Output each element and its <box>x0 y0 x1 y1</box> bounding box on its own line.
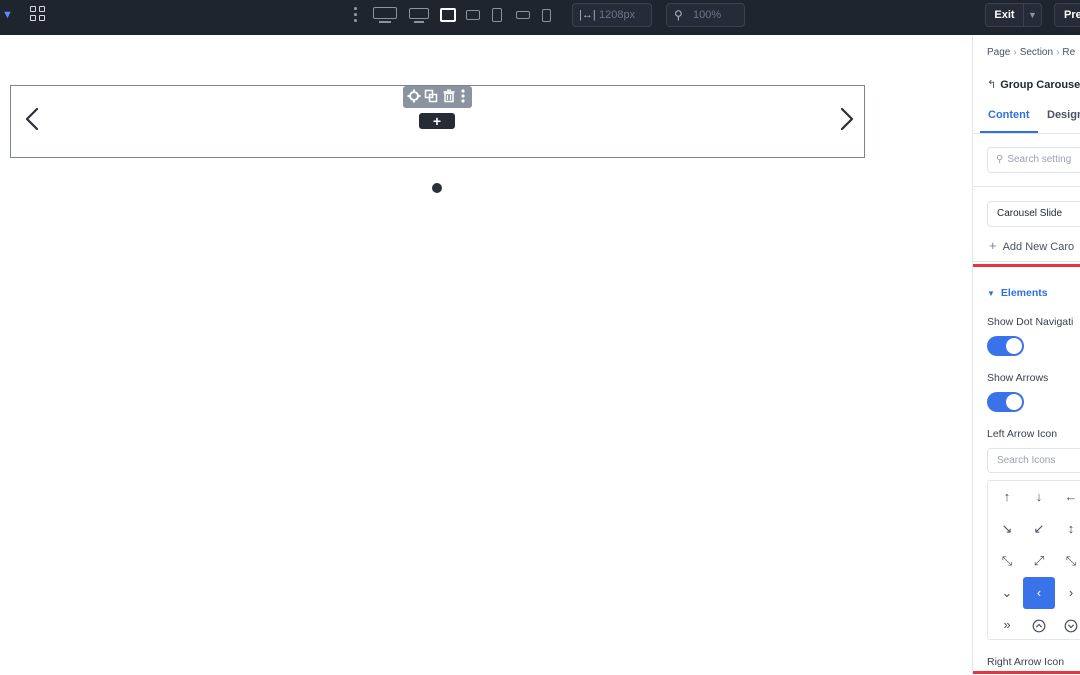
caret-down-icon: ▼ <box>987 289 995 298</box>
device-desktop-large-icon[interactable] <box>373 7 397 23</box>
add-new-label: Add New Caro <box>1002 241 1075 253</box>
panel-tabs: Content Design <box>973 103 1080 134</box>
panel-title-text: Group Carousel <box>1000 79 1080 91</box>
device-mobile-icon[interactable] <box>542 7 551 23</box>
more-options-icon[interactable] <box>458 89 468 103</box>
top-toolbar: ▼ |↔| 1208px ⚲ 100% Exit ▼ Pre <box>0 0 1080 35</box>
arrow-down-left-icon[interactable]: ↙ <box>1023 513 1055 545</box>
divider <box>973 186 1080 187</box>
arrow-up-down-icon[interactable]: ↕ <box>1055 513 1080 545</box>
icon-picker-grid: ↑ ↓ ← ↘ ↙ ↕ ⤡ ⤢ ⤡ ⌄ ‹ › » <box>987 480 1080 640</box>
toggle-knob <box>1006 338 1022 354</box>
element-actions-toolbar <box>403 86 472 108</box>
device-tablet-icon[interactable] <box>492 7 502 23</box>
breadcrumb-row[interactable]: Re <box>1062 47 1075 58</box>
left-arrow-icon-label: Left Arrow Icon <box>987 428 1058 440</box>
breadcrumb-page[interactable]: Page <box>987 47 1010 58</box>
more-options-icon[interactable] <box>353 7 357 23</box>
trash-icon[interactable] <box>442 89 456 103</box>
collapse-diagonal-icon[interactable]: ⤡ <box>1055 545 1080 577</box>
arrow-down-right-icon[interactable]: ↘ <box>991 513 1023 545</box>
duplicate-icon[interactable] <box>424 89 438 103</box>
tab-design[interactable]: Design <box>1047 109 1080 121</box>
settings-search-placeholder: Search setting <box>1007 154 1072 165</box>
zoom-search-icon: ⚲ <box>674 8 683 22</box>
chevron-right-icon: › <box>1013 47 1017 58</box>
carousel-next-arrow-icon[interactable] <box>835 104 857 134</box>
device-desktop-icon[interactable] <box>409 7 429 23</box>
settings-search-input[interactable]: ⚲ Search setting <box>987 147 1080 173</box>
expand-diagonal-alt-icon[interactable]: ⤢ <box>1023 545 1055 577</box>
breadcrumb: Page › Section › Re <box>987 47 1075 58</box>
breadcrumb-section[interactable]: Section <box>1020 47 1053 58</box>
right-arrow-icon-label: Right Arrow Icon <box>987 656 1065 668</box>
arrow-left-icon[interactable]: ← <box>1055 481 1080 513</box>
zoom-field[interactable]: ⚲ 100% <box>666 3 745 27</box>
circle-chevron-up-icon[interactable] <box>1023 609 1055 641</box>
canvas-width-value: 1208px <box>599 9 636 21</box>
expand-diagonal-icon[interactable]: ⤡ <box>991 545 1023 577</box>
plus-icon: + <box>989 238 997 253</box>
exit-dropdown-icon[interactable]: ▼ <box>1024 3 1042 27</box>
arrow-up-icon[interactable]: ↑ <box>991 481 1023 513</box>
arrow-down-icon[interactable]: ↓ <box>1023 481 1055 513</box>
canvas-width-field[interactable]: |↔| 1208px <box>572 3 652 27</box>
carousel-prev-arrow-icon[interactable] <box>22 104 44 134</box>
show-arrows-label: Show Arrows <box>987 372 1049 384</box>
chevron-left-icon[interactable]: ‹ <box>1023 577 1055 609</box>
show-dot-navigation-label: Show Dot Navigati <box>987 316 1074 328</box>
show-dot-navigation-toggle[interactable] <box>987 336 1024 356</box>
elements-section-header[interactable]: ▼ Elements <box>987 287 1048 299</box>
chevron-right-icon[interactable]: › <box>1055 577 1080 609</box>
width-resize-icon: |↔| <box>579 9 596 21</box>
grid-menu-icon[interactable] <box>30 6 46 22</box>
editor-canvas: + <box>0 35 972 675</box>
carousel-dot-navigation[interactable] <box>432 183 442 193</box>
carousel-slide-select[interactable]: Carousel Slide <box>987 201 1080 227</box>
exit-button[interactable]: Exit <box>985 3 1024 27</box>
settings-panel: Page › Section › Re ↰ Group Carousel Content … <box>972 35 1080 675</box>
preview-button[interactable]: Pre <box>1054 3 1080 27</box>
device-tablet-landscape-icon[interactable] <box>466 7 480 23</box>
elements-header-label: Elements <box>1000 287 1048 299</box>
caret-down-icon[interactable]: ▼ <box>2 9 13 21</box>
add-element-button[interactable]: + <box>419 113 455 129</box>
active-tab-indicator <box>980 131 1038 133</box>
chevron-down-icon[interactable]: ⌄ <box>991 577 1023 609</box>
search-icon: ⚲ <box>996 154 1004 165</box>
circle-chevron-down-icon[interactable] <box>1055 609 1080 641</box>
device-mobile-landscape-icon[interactable] <box>516 7 530 23</box>
back-arrow-icon[interactable]: ↰ <box>987 79 996 91</box>
device-laptop-icon[interactable] <box>440 7 456 23</box>
add-new-carousel-slide-button[interactable]: + Add New Caro <box>989 238 1074 253</box>
panel-title: ↰ Group Carousel <box>987 78 1080 91</box>
chevron-right-icon: › <box>1056 47 1060 58</box>
zoom-value: 100% <box>693 9 722 21</box>
search-icons-input[interactable]: Search Icons <box>987 448 1080 473</box>
show-arrows-toggle[interactable] <box>987 392 1024 412</box>
tab-content[interactable]: Content <box>988 109 1030 121</box>
divider <box>973 261 1080 262</box>
double-chevron-right-icon[interactable]: » <box>991 609 1023 641</box>
settings-gear-icon[interactable] <box>407 89 421 103</box>
toggle-knob <box>1006 394 1022 410</box>
